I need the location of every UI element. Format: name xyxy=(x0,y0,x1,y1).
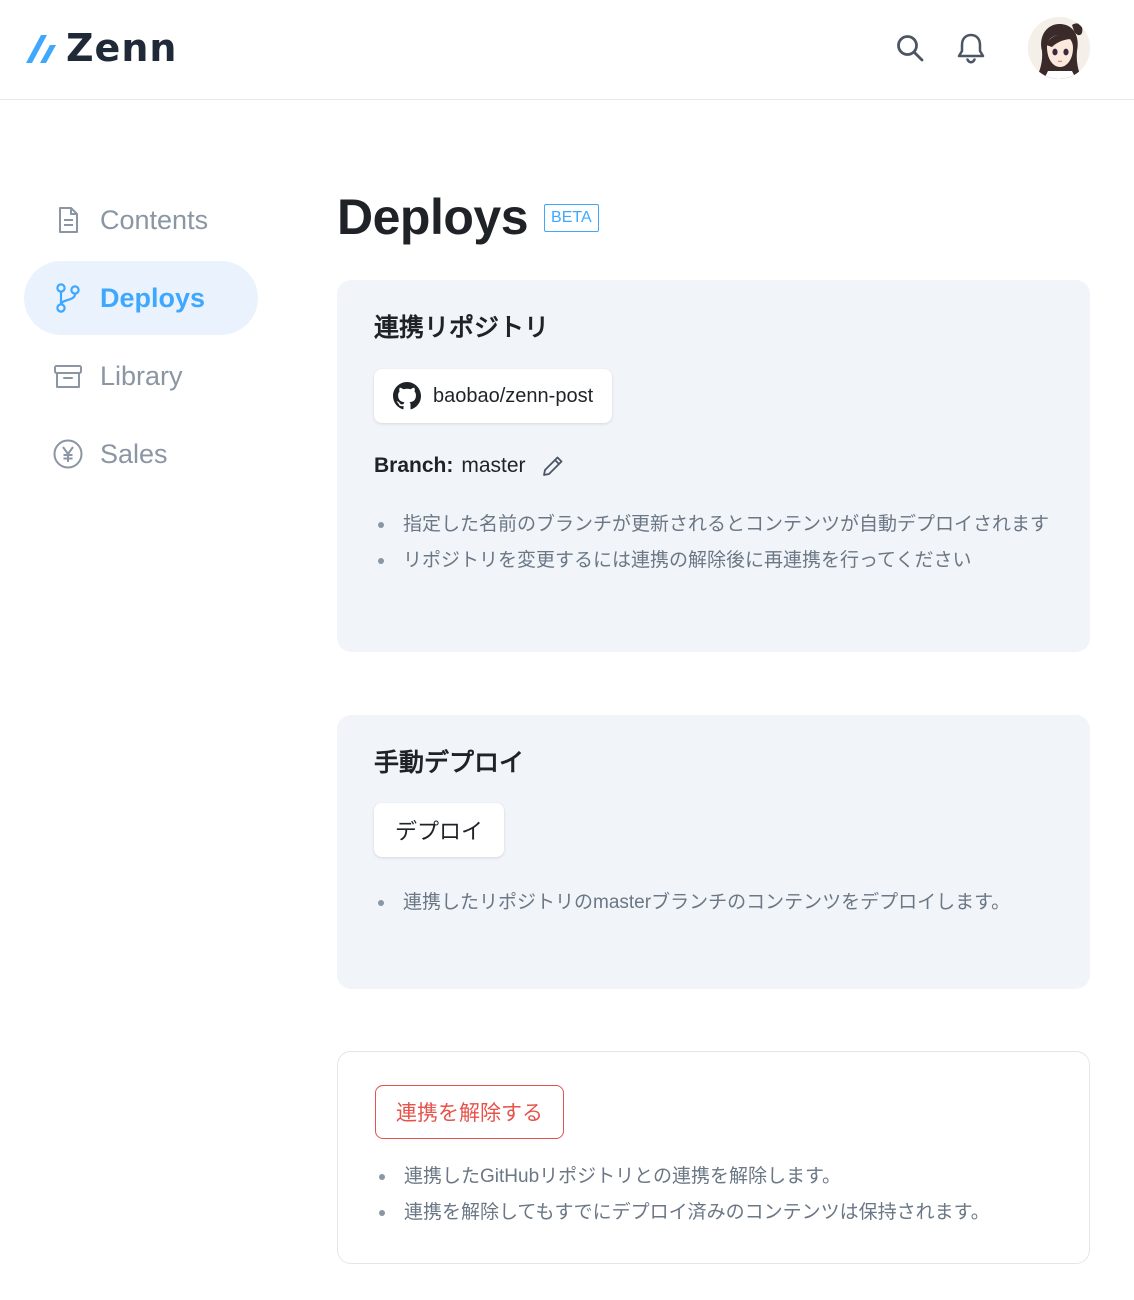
sidebar-item-label: Sales xyxy=(100,438,168,469)
manual-deploy-title: 手動デプロイ xyxy=(374,749,525,777)
github-icon xyxy=(393,382,421,410)
branch-row: Branch: master xyxy=(374,453,1053,479)
repository-name: baobao/zenn-post xyxy=(433,384,594,407)
search-button[interactable] xyxy=(894,30,926,66)
sidebar-item-library[interactable]: Library xyxy=(24,339,258,413)
sidebar-nav: Contents Deploys Library Sales xyxy=(24,183,258,495)
page-title: Deploys xyxy=(337,189,529,245)
avatar-illustration xyxy=(1028,17,1090,79)
sidebar-item-label: Library xyxy=(100,360,183,391)
branch-value: master xyxy=(461,454,526,477)
branch-label: Branch: xyxy=(374,454,454,477)
unlink-card: 連携を解除する 連携したGitHubリポジトリとの連携を解除します。 連携を解除… xyxy=(337,1051,1090,1264)
note-item: 指定した名前のブランチが更新されるとコンテンツが自動デプロイされます xyxy=(374,507,1053,543)
sidebar-item-sales[interactable]: Sales xyxy=(24,417,258,491)
repository-link[interactable]: baobao/zenn-post xyxy=(374,369,613,423)
sidebar-item-label: Deploys xyxy=(100,282,206,313)
manual-deploy-notes: 連携したリポジトリのmasterブランチのコンテンツをデプロイします。 xyxy=(374,885,1053,921)
unlink-repository-button[interactable]: 連携を解除する xyxy=(375,1085,564,1139)
linked-repository-card: 連携リポジトリ baobao/zenn-post Branch: master … xyxy=(337,280,1090,652)
zenn-logo-icon xyxy=(26,35,56,63)
document-icon xyxy=(52,204,84,236)
main-content: Deploys BETA 連携リポジトリ baobao/zenn-post Br… xyxy=(337,186,1090,1264)
pencil-icon xyxy=(542,456,562,476)
zenn-logo[interactable]: Zenn xyxy=(24,28,177,68)
unlink-notes: 連携したGitHubリポジトリとの連携を解除します。 連携を解除してもすでにデプ… xyxy=(375,1159,1052,1231)
git-branch-icon xyxy=(52,282,84,314)
linked-repository-title: 連携リポジトリ xyxy=(374,314,550,342)
logo-text: Zenn xyxy=(66,26,178,70)
sidebar-item-deploys[interactable]: Deploys xyxy=(24,261,258,335)
yen-icon xyxy=(52,438,84,470)
manual-deploy-card: 手動デプロイ デプロイ 連携したリポジトリのmasterブランチのコンテンツをデ… xyxy=(337,715,1090,989)
note-item: 連携を解除してもすでにデプロイ済みのコンテンツは保持されます。 xyxy=(375,1195,1052,1231)
note-item: 連携したリポジトリのmasterブランチのコンテンツをデプロイします。 xyxy=(374,885,1053,921)
user-avatar[interactable] xyxy=(1028,17,1090,79)
page-title-row: Deploys BETA xyxy=(337,186,1090,248)
note-item: 連携したGitHubリポジトリとの連携を解除します。 xyxy=(375,1159,1052,1195)
bell-icon xyxy=(957,33,985,64)
note-item: リポジトリを変更するには連携の解除後に再連携を行ってください xyxy=(374,543,1053,579)
notifications-button[interactable] xyxy=(955,30,987,66)
edit-branch-button[interactable] xyxy=(540,453,566,479)
sidebar-item-contents[interactable]: Contents xyxy=(24,183,258,257)
top-header: Zenn xyxy=(0,0,1134,100)
sidebar-item-label: Contents xyxy=(100,204,209,235)
search-icon xyxy=(897,35,924,62)
archive-icon xyxy=(52,360,84,392)
deploy-button[interactable]: デプロイ xyxy=(374,803,505,857)
beta-badge: BETA xyxy=(544,204,599,232)
repository-notes: 指定した名前のブランチが更新されるとコンテンツが自動デプロイされます リポジトリ… xyxy=(374,507,1053,579)
